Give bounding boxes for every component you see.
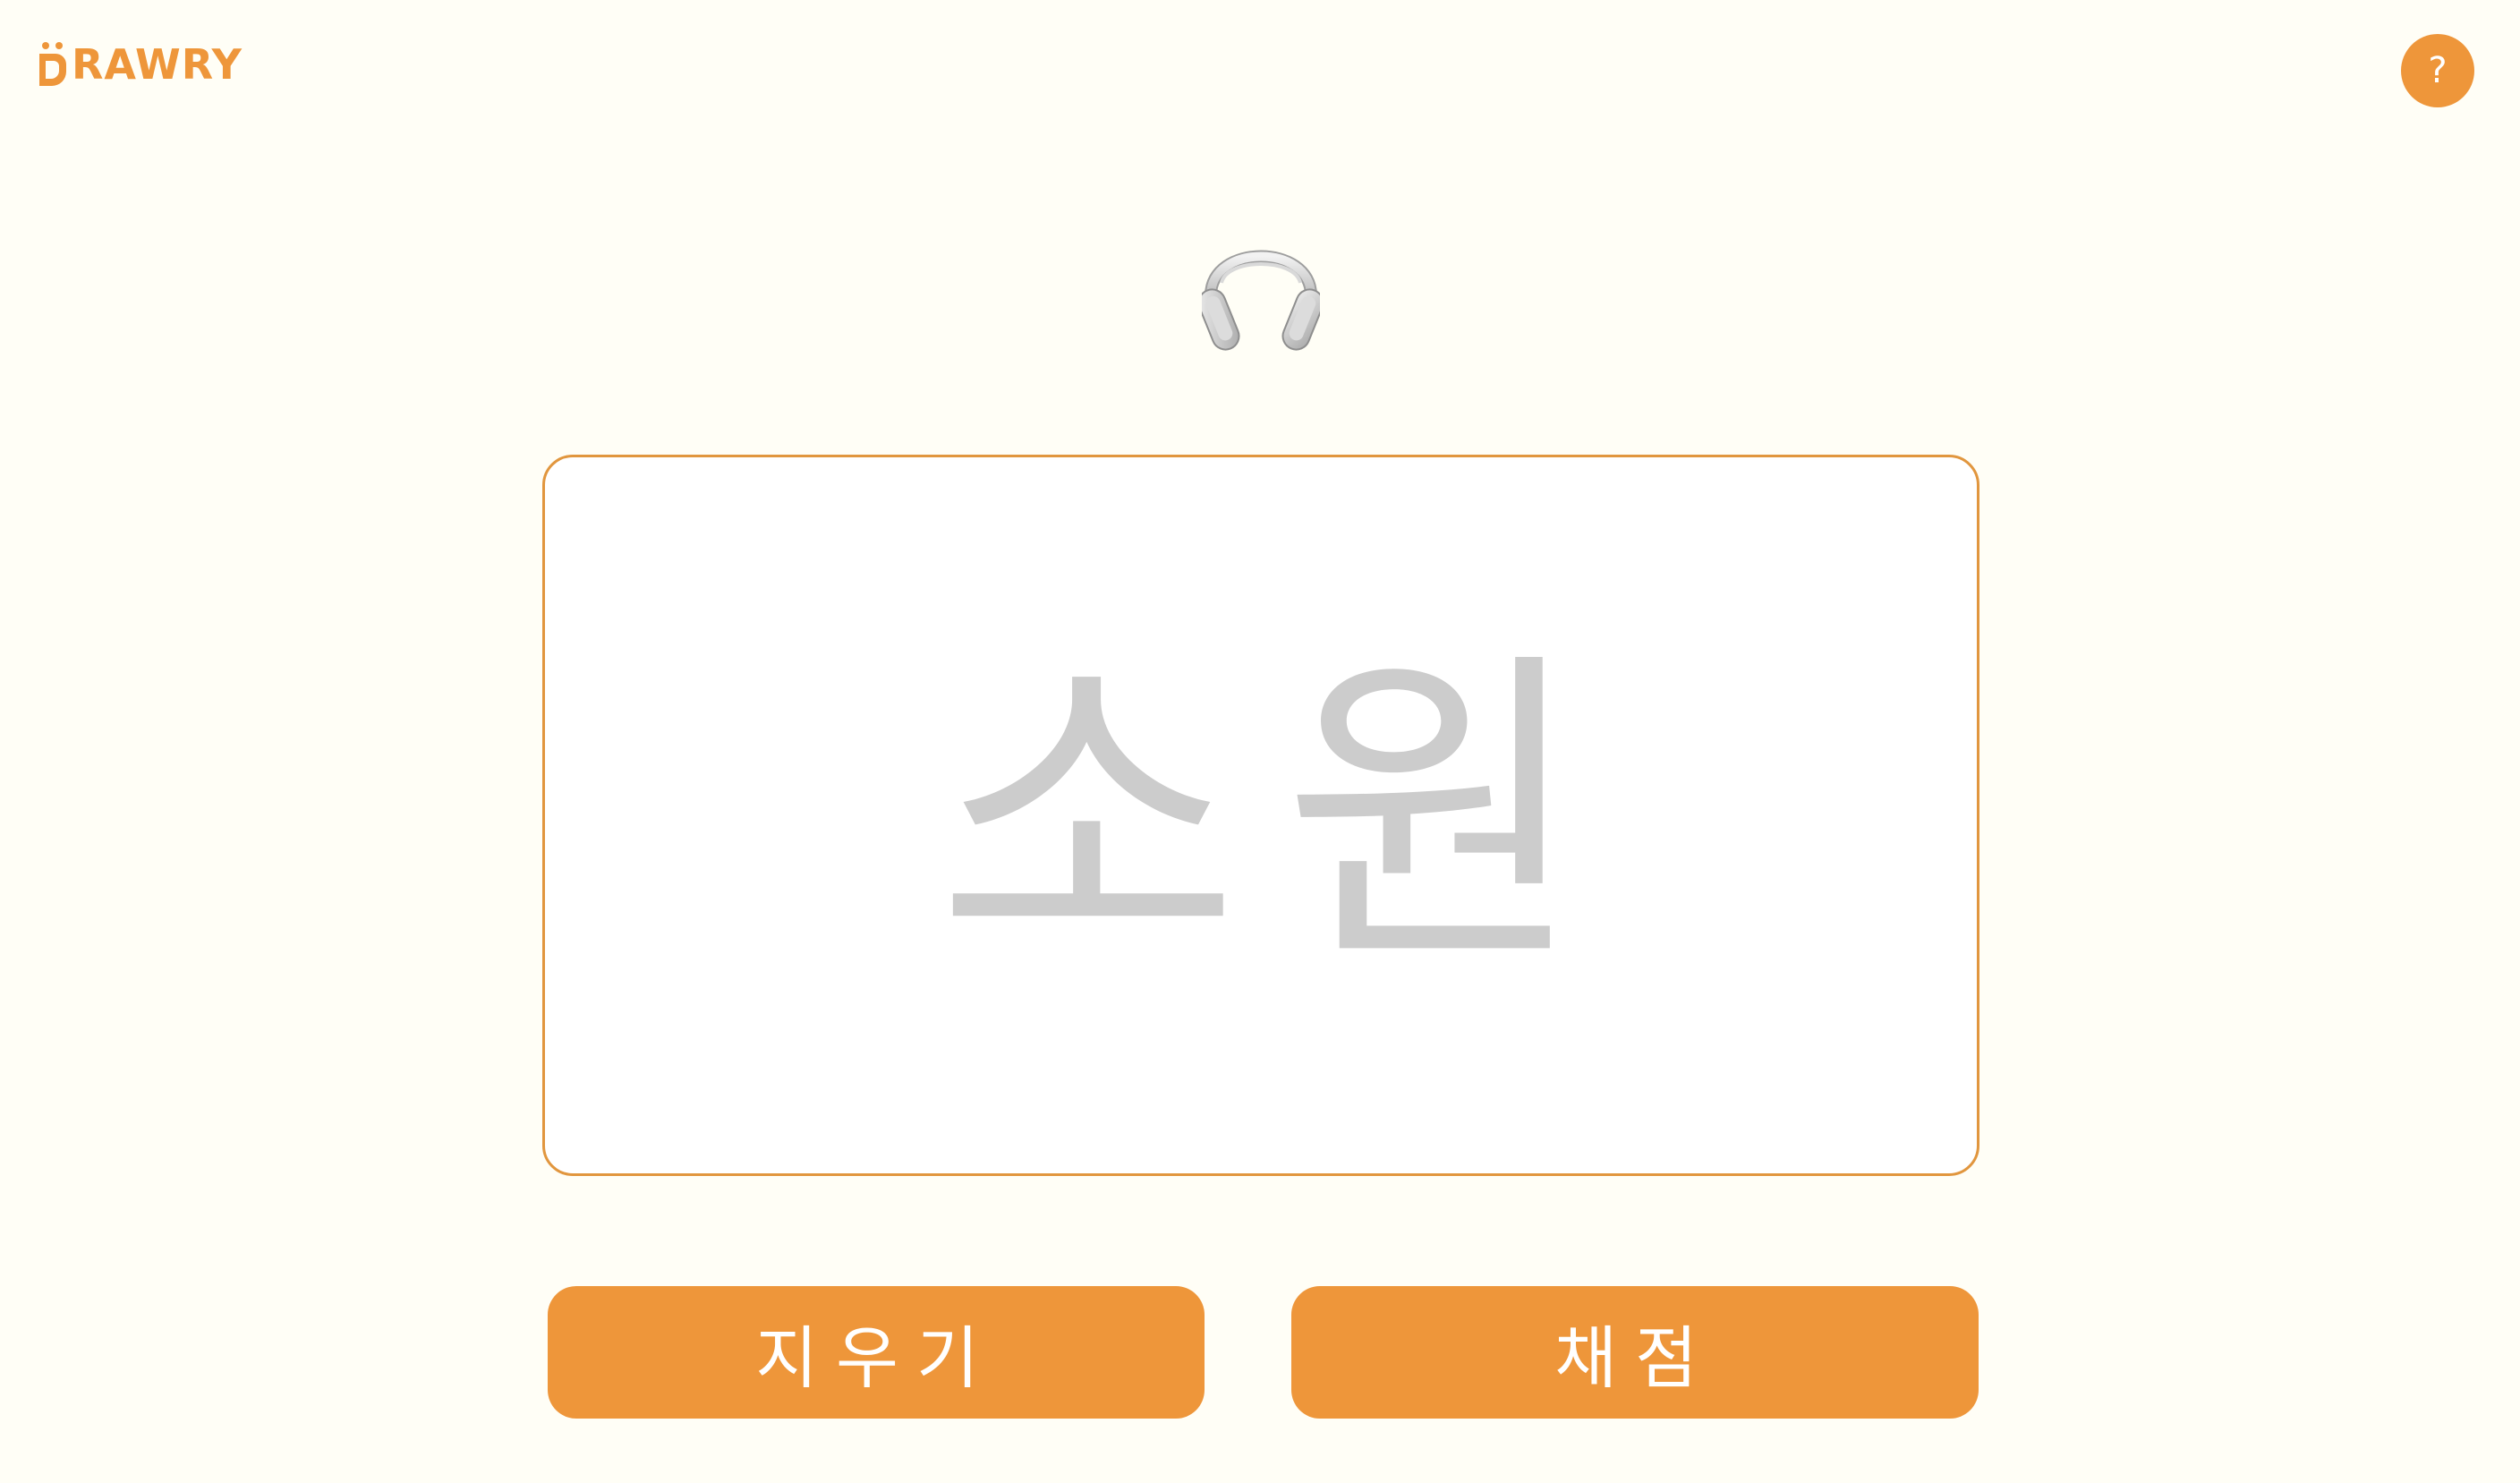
headphones-icon[interactable] — [1202, 226, 1320, 356]
logo-face-icon — [39, 42, 66, 86]
logo: RAWRY — [38, 39, 243, 89]
help-button[interactable]: ? — [2401, 34, 2474, 107]
app-page: RAWRY ? 소원 지우기 채점 — [0, 0, 2520, 1483]
grade-button[interactable]: 채점 — [1291, 1286, 1979, 1419]
drawing-canvas[interactable]: 소원 — [542, 455, 1979, 1176]
logo-text: RAWRY — [72, 40, 243, 89]
erase-button[interactable]: 지우기 — [548, 1286, 1205, 1419]
guide-word: 소원 — [936, 623, 1629, 1007]
